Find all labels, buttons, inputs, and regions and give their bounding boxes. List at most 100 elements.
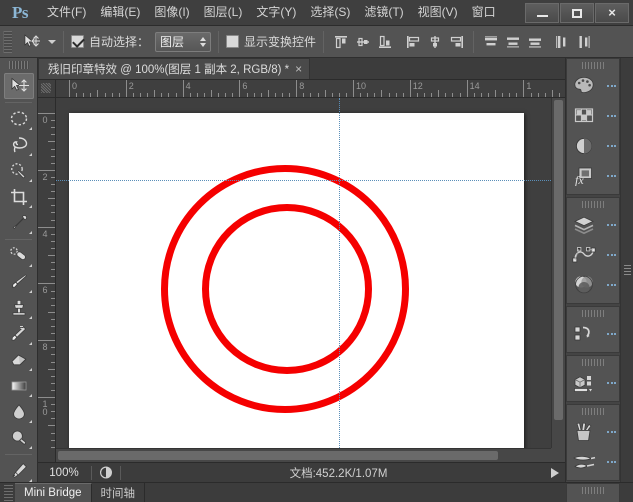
ruler-minor-tick xyxy=(196,93,198,97)
document-thumb-button[interactable] xyxy=(97,465,115,481)
ruler-minor-tick xyxy=(51,127,55,129)
menu-item-4[interactable]: 文字(Y) xyxy=(249,2,303,24)
tool-clone-stamp[interactable] xyxy=(4,295,34,321)
toolbox-grip[interactable] xyxy=(8,61,29,69)
menu-item-0[interactable]: 文件(F) xyxy=(40,2,93,24)
distribute-top-edges-button[interactable] xyxy=(481,32,500,51)
actions-panel-button[interactable] xyxy=(567,368,619,398)
menu-item-3[interactable]: 图层(L) xyxy=(197,2,250,24)
distribute-horizontal-centers-button[interactable] xyxy=(574,32,593,51)
scrollbar-thumb[interactable] xyxy=(58,451,498,460)
canvas-horizontal-scrollbar[interactable] xyxy=(56,448,551,462)
minimize-button[interactable] xyxy=(525,3,559,23)
canvas-area[interactable] xyxy=(56,98,551,448)
dock-grip-icon xyxy=(623,264,631,276)
artboard[interactable] xyxy=(69,113,524,448)
menu-item-8[interactable]: 窗口 xyxy=(465,2,503,24)
menu-item-2[interactable]: 图像(I) xyxy=(147,2,196,24)
panel-group-grip[interactable] xyxy=(582,408,604,415)
character-group: A xyxy=(566,483,620,502)
ruler-minor-tick xyxy=(90,93,92,97)
tool-eyedropper[interactable] xyxy=(4,210,34,236)
color-panel-button[interactable] xyxy=(567,71,619,101)
layers-panel-button[interactable] xyxy=(567,210,619,240)
channels-panel-button[interactable] xyxy=(567,270,619,300)
ruler-major-tick xyxy=(409,80,411,97)
distribute-left-edges-button[interactable] xyxy=(552,32,571,51)
ruler-origin-box[interactable] xyxy=(38,80,56,98)
tool-blur[interactable] xyxy=(4,399,34,425)
panel-group-grip[interactable] xyxy=(582,62,604,69)
panel-group-grip[interactable] xyxy=(582,201,604,208)
tool-dodge[interactable] xyxy=(4,425,34,451)
align-right-edges-button[interactable] xyxy=(447,32,466,51)
show-transform-checkbox[interactable] xyxy=(226,35,240,48)
tab-close-icon[interactable]: × xyxy=(295,63,302,75)
bottom-tab-1[interactable]: 时间轴 xyxy=(92,483,146,502)
ruler-minor-tick xyxy=(544,93,546,97)
align-right-edges-icon xyxy=(450,35,463,48)
menu-item-1[interactable]: 编辑(E) xyxy=(93,2,147,24)
vertical-ruler[interactable]: 0 2 4 6 8 10 xyxy=(38,98,56,462)
align-horizontal-group xyxy=(403,32,466,51)
align-vertical-centers-button[interactable] xyxy=(353,32,372,51)
ruler-minor-tick xyxy=(260,93,262,97)
bottom-bar-grip[interactable] xyxy=(4,484,13,501)
auto-select-dropdown[interactable]: 图层 xyxy=(155,31,212,52)
history-panel-button[interactable] xyxy=(567,319,619,349)
horizontal-ruler[interactable]: 0 2 4 6 8 10 12 14 1 xyxy=(56,80,565,98)
ruler-major-tick xyxy=(69,80,70,97)
align-horizontal-centers-button[interactable] xyxy=(425,32,444,51)
panel-group-grip[interactable] xyxy=(582,310,604,317)
tool-quick-selection[interactable] xyxy=(4,158,34,184)
tool-history-brush[interactable] xyxy=(4,321,34,347)
ruler-label: 12 xyxy=(412,81,423,91)
ruler-minor-tick xyxy=(168,93,170,97)
maximize-button[interactable] xyxy=(560,3,594,23)
options-bar-grip[interactable] xyxy=(3,30,12,53)
document-tab[interactable]: 残旧印章特效 @ 100%(图层 1 副本 2, RGB/8) * × xyxy=(38,58,311,79)
horizontal-guide xyxy=(56,180,551,181)
menu-item-6[interactable]: 滤镜(T) xyxy=(357,2,410,24)
tool-lasso[interactable] xyxy=(4,132,34,158)
ruler-major-tick xyxy=(38,283,55,285)
align-left-edges-button[interactable] xyxy=(403,32,422,51)
ruler-minor-tick xyxy=(140,93,141,97)
tool-gradient[interactable] xyxy=(4,373,34,399)
dock-expand-rail[interactable] xyxy=(620,58,633,482)
current-tool-button[interactable] xyxy=(16,30,46,54)
panel-group-grip[interactable] xyxy=(582,359,604,366)
styles-panel-button[interactable]: fx xyxy=(567,161,619,191)
tool-healing-brush[interactable] xyxy=(4,243,34,269)
brush-presets-panel-button[interactable] xyxy=(567,417,619,447)
adjustments-panel-button[interactable] xyxy=(567,131,619,161)
align-bottom-edges-button[interactable] xyxy=(375,32,394,51)
character-panel-button[interactable]: A xyxy=(567,496,619,502)
auto-select-checkbox[interactable] xyxy=(71,35,84,48)
tool-move[interactable] xyxy=(3,73,34,99)
tool-crop[interactable] xyxy=(4,184,34,210)
scrollbar-thumb[interactable] xyxy=(554,100,563,420)
play-arrow-icon[interactable] xyxy=(551,467,559,478)
canvas-vertical-scrollbar[interactable] xyxy=(551,98,565,448)
paths-panel-button[interactable] xyxy=(567,240,619,270)
tool-brush[interactable] xyxy=(4,269,34,295)
close-button[interactable]: × xyxy=(595,3,629,23)
ruler-minor-tick xyxy=(558,93,560,97)
brush-panel-button[interactable] xyxy=(567,447,619,477)
tool-pen[interactable] xyxy=(4,458,34,484)
bottom-tab-0[interactable]: Mini Bridge xyxy=(15,483,92,502)
swatches-panel-button[interactable] xyxy=(567,101,619,131)
tool-eraser[interactable] xyxy=(4,347,34,373)
panel-group-grip[interactable] xyxy=(582,487,604,494)
ruler-minor-tick xyxy=(310,93,312,97)
menu-item-7[interactable]: 视图(V) xyxy=(411,2,465,24)
ruler-minor-tick xyxy=(104,93,106,97)
distribute-vertical-centers-button[interactable] xyxy=(503,32,522,51)
tool-elliptical-marquee[interactable] xyxy=(4,106,34,132)
distribute-bottom-edges-button[interactable] xyxy=(525,32,544,51)
align-top-edges-button[interactable] xyxy=(331,32,350,51)
zoom-level-field[interactable]: 100% xyxy=(38,467,86,479)
menu-item-5[interactable]: 选择(S) xyxy=(303,2,357,24)
tool-preset-chevron-icon[interactable] xyxy=(48,39,56,44)
